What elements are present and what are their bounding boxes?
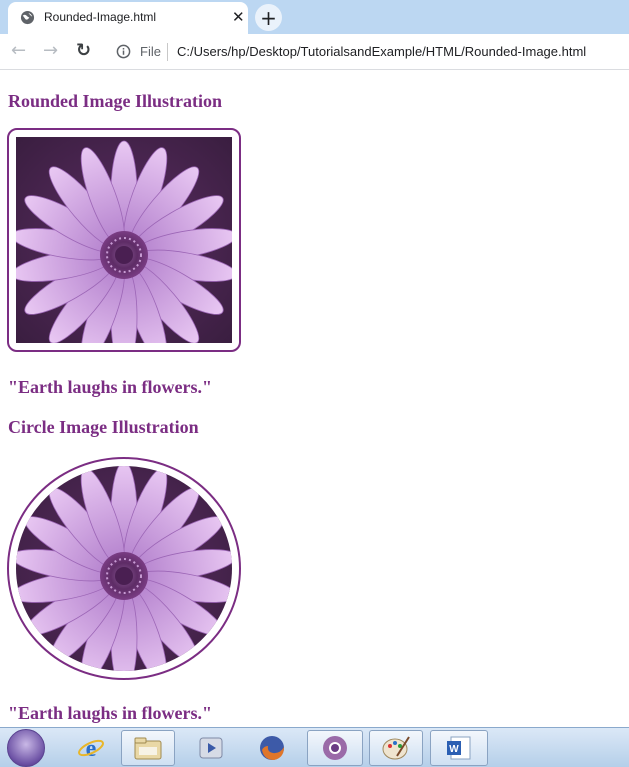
firefox-glyph-icon [260,736,284,760]
tab-title: Rounded-Image.html [44,10,157,24]
flower-image-circle [16,466,232,671]
info-icon[interactable] [116,44,131,59]
play-icon [199,737,223,759]
svg-text:e: e [86,736,97,762]
heading-circle: Circle Image Illustration [8,417,199,437]
arrow-right-icon[interactable]: → [43,41,58,61]
new-tab-button[interactable]: + [255,4,282,31]
caption-rounded: "Earth laughs in flowers." [8,377,213,397]
media-player-icon[interactable] [184,730,238,766]
chrome-glyph-icon [323,736,347,760]
flower-image-rounded [16,137,232,343]
browser-toolbar: ← → ↻ File C:/Users/hp/Desktop/Tutorials… [0,34,629,70]
file-explorer-icon[interactable] [121,730,175,766]
close-tab-icon[interactable]: ✕ [232,9,245,25]
paint-icon[interactable] [369,730,423,766]
rounded-image-frame [7,128,241,352]
arrow-left-icon[interactable]: ← [11,41,26,61]
page-content: Rounded Image Illustration "Earth laughs… [0,71,629,727]
chrome-icon[interactable] [307,730,363,766]
firefox-icon[interactable] [245,730,299,766]
address-bar[interactable]: C:/Users/hp/Desktop/TutorialsandExample/… [177,44,586,59]
file-scheme-label[interactable]: File [140,44,161,59]
tab-strip: Rounded-Image.html ✕ + [0,0,629,34]
internet-explorer-glyph-icon: e [78,736,104,762]
folder-icon [134,737,162,760]
caption-circle: "Earth laughs in flowers." [8,703,213,723]
svg-text:W: W [449,744,459,755]
start-orb-icon[interactable] [7,729,45,767]
browser-tab[interactable]: Rounded-Image.html ✕ [8,2,248,34]
circle-image-frame [7,457,241,680]
palette-icon [382,736,410,760]
globe-icon [20,10,35,25]
internet-explorer-icon[interactable]: e [66,730,116,766]
word-glyph-icon: W [447,736,471,760]
heading-rounded: Rounded Image Illustration [8,91,223,111]
taskbar: e W [0,727,629,767]
address-separator [167,43,168,61]
reload-icon[interactable]: ↻ [76,41,91,61]
word-icon[interactable]: W [430,730,488,766]
